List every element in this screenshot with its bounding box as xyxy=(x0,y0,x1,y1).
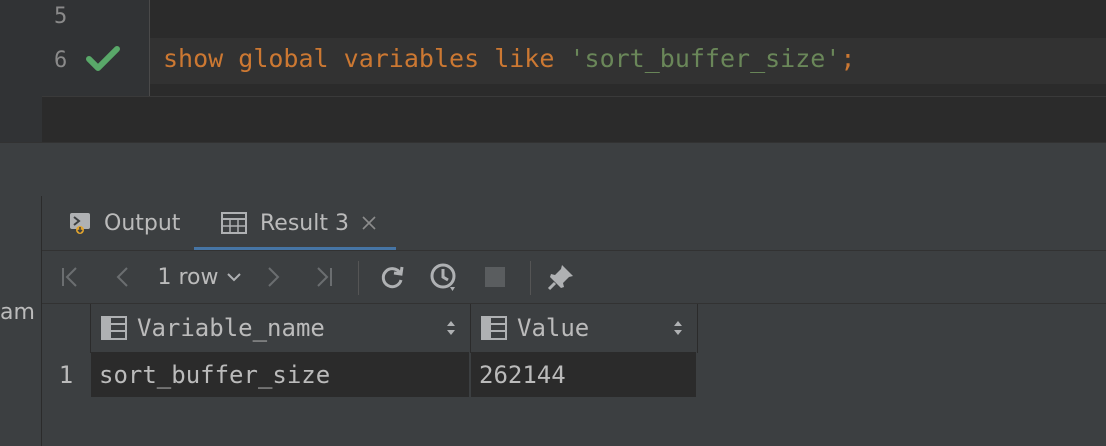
tree-item-label[interactable]: am xyxy=(0,300,35,325)
keyword-variables: variables xyxy=(343,44,480,73)
reload-icon xyxy=(381,266,404,289)
pin-button[interactable] xyxy=(544,251,578,303)
line-number: 5 xyxy=(54,4,68,29)
last-page-button[interactable] xyxy=(310,251,338,303)
first-page-button[interactable] xyxy=(56,251,84,303)
last-page-icon xyxy=(317,267,332,287)
close-icon[interactable] xyxy=(361,215,377,231)
tab-output-label: Output xyxy=(104,210,181,236)
row-count-dropdown[interactable]: 1 row xyxy=(154,251,244,303)
execution-success-check-icon xyxy=(86,46,120,71)
active-tab-indicator xyxy=(194,247,396,250)
column-header-value[interactable]: Value xyxy=(471,304,698,353)
sort-icon[interactable] xyxy=(673,319,683,337)
grid-corner xyxy=(42,304,91,353)
string-literal: 'sort_buffer_size' xyxy=(569,44,841,73)
chevron-down-icon xyxy=(226,273,241,282)
sort-icon[interactable] xyxy=(446,319,456,337)
first-page-icon xyxy=(62,267,77,287)
next-page-button[interactable] xyxy=(260,251,288,303)
prev-page-icon xyxy=(116,267,128,287)
services-tool-window: am Output Result 3 1 row Variable_name V… xyxy=(0,196,1106,446)
row-number: 1 xyxy=(42,352,90,398)
keyword-global: global xyxy=(238,44,329,73)
history-clock-icon xyxy=(430,263,456,291)
column-icon xyxy=(101,316,127,340)
toolbar-separator xyxy=(530,261,531,295)
editor-bottom-border xyxy=(42,96,1106,97)
prev-page-button[interactable] xyxy=(108,251,136,303)
reload-button[interactable] xyxy=(376,251,408,303)
editor-left-strip xyxy=(0,0,42,142)
history-button[interactable] xyxy=(426,251,462,303)
output-console-icon xyxy=(70,213,90,234)
result-grid: Variable_name Value 1 sort_buffer_size 2… xyxy=(42,304,698,398)
sql-statement[interactable]: show global variables like 'sort_buffer_… xyxy=(163,44,855,73)
tab-result-3[interactable]: Result 3 xyxy=(220,196,377,250)
toolbar-separator xyxy=(358,261,359,295)
column-header-variable-name[interactable]: Variable_name xyxy=(91,304,471,353)
column-header-label: Value xyxy=(517,314,590,342)
keyword-like: like xyxy=(494,44,555,73)
tab-output[interactable]: Output xyxy=(68,196,180,250)
result-toolbar: 1 row xyxy=(42,251,1106,304)
table-grid-icon xyxy=(221,212,247,234)
code-editor[interactable]: 5 6 show global variables like 'sort_buf… xyxy=(0,0,1106,142)
statement-terminator: ; xyxy=(840,44,856,73)
table-cell[interactable]: 262144 xyxy=(471,352,697,398)
stop-button[interactable] xyxy=(480,251,510,303)
column-header-label: Variable_name xyxy=(137,314,325,342)
services-tree-panel: am xyxy=(0,196,42,446)
editor-footer-band xyxy=(0,142,1106,198)
pin-icon xyxy=(547,265,573,291)
table-cell[interactable]: sort_buffer_size xyxy=(91,352,470,398)
next-page-icon xyxy=(268,267,280,287)
tab-result-label: Result 3 xyxy=(260,210,349,236)
line-number: 6 xyxy=(54,48,68,73)
row-count-label: 1 row xyxy=(157,264,219,290)
column-icon xyxy=(481,316,507,340)
result-tabs: Output Result 3 xyxy=(42,196,1106,251)
stop-icon xyxy=(485,267,505,287)
keyword-show: show xyxy=(163,44,224,73)
